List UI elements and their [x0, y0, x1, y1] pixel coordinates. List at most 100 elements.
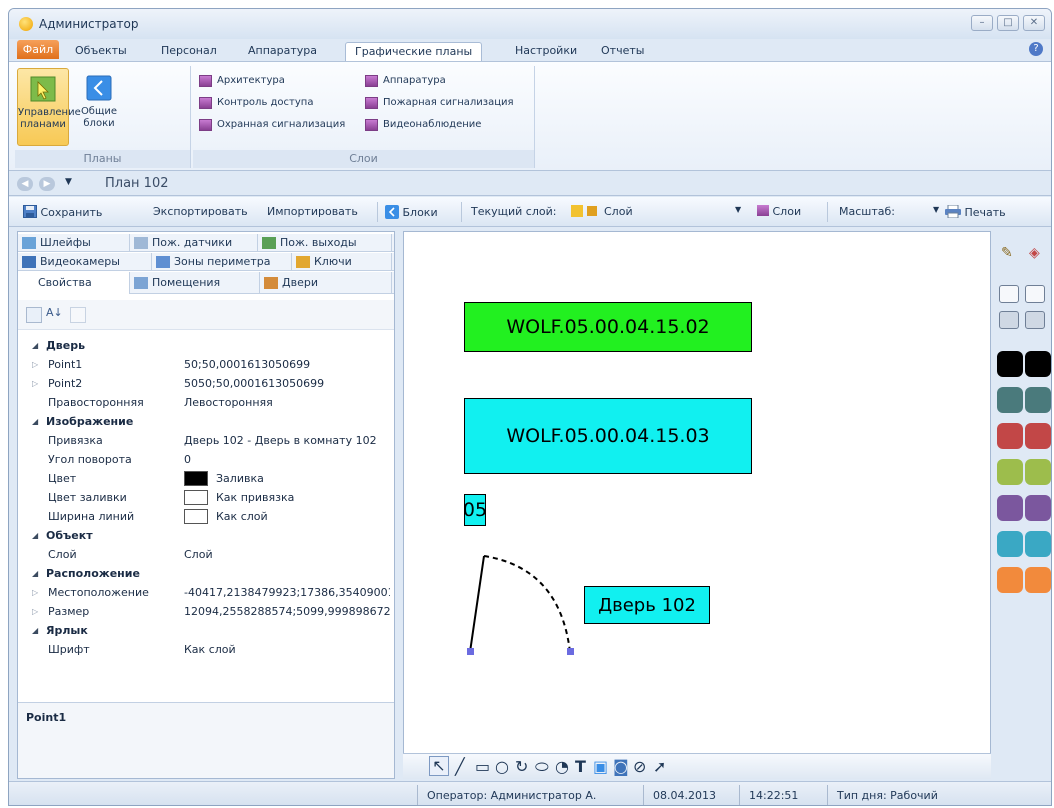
- plan-label-wolf-02[interactable]: WOLF.05.00.04.15.02: [464, 302, 752, 352]
- layer-architecture[interactable]: Архитектура: [199, 72, 285, 90]
- prop-fill-color[interactable]: Цвет заливки Как привязка: [18, 488, 394, 507]
- category-object[interactable]: ◢ Объект: [18, 526, 394, 545]
- layer-up-icon[interactable]: [999, 285, 1019, 303]
- menu-file[interactable]: Файл: [17, 40, 59, 59]
- close-button[interactable]: ✕: [1023, 15, 1045, 31]
- color-swatch-right-6[interactable]: [1025, 531, 1051, 557]
- tab-doors[interactable]: Двери: [260, 272, 392, 294]
- layer-down-icon[interactable]: [1025, 285, 1045, 303]
- forward-arrow-icon[interactable]: ▶: [39, 177, 55, 191]
- color-swatch-left-3[interactable]: [997, 423, 1023, 449]
- tab-loops[interactable]: Шлейфы: [18, 234, 130, 252]
- menu-personnel[interactable]: Персонал: [161, 42, 217, 61]
- rounded-shape-tool-icon[interactable]: ⬭: [535, 758, 549, 776]
- prop-size[interactable]: ▷ Размер 12094,2558288574;5099,9998986721: [18, 602, 394, 621]
- maximize-button[interactable]: □: [997, 15, 1019, 31]
- prop-rotation[interactable]: Угол поворота 0: [18, 450, 394, 469]
- tab-properties[interactable]: Свойства: [18, 272, 130, 294]
- property-pages-icon[interactable]: [70, 307, 86, 323]
- door-symbol[interactable]: [464, 548, 584, 658]
- camera-tool-icon[interactable]: ◙: [613, 758, 629, 776]
- export-button[interactable]: Экспортировать: [153, 205, 248, 218]
- print-button[interactable]: Печать: [945, 204, 1006, 219]
- layer-video[interactable]: Видеонаблюдение: [365, 116, 481, 134]
- prop-line-width[interactable]: Ширина линий Как слой: [18, 507, 394, 526]
- prop-point1[interactable]: ▷ Point1 50;50,0001613050699: [18, 355, 394, 374]
- color-swatch-right-3[interactable]: [1025, 423, 1051, 449]
- prop-layer[interactable]: Слой Слой: [18, 545, 394, 564]
- prop-right-sided[interactable]: Правосторонняя Левосторонняя: [18, 393, 394, 412]
- color-swatch-left-5[interactable]: [997, 495, 1023, 521]
- rectangle-tool-icon[interactable]: ▭: [475, 758, 490, 776]
- sensor-tool-icon[interactable]: ⊘: [633, 758, 646, 776]
- line-tool-icon[interactable]: ╱: [455, 758, 465, 776]
- category-label[interactable]: ◢ Ярлык: [18, 621, 394, 640]
- category-image[interactable]: ◢ Изображение: [18, 412, 394, 431]
- color-swatch-right-2[interactable]: [1025, 387, 1051, 413]
- arc-tool-icon[interactable]: ↻: [515, 758, 528, 776]
- menu-reports[interactable]: Отчеты: [601, 42, 644, 61]
- select-tool-icon[interactable]: ↖: [429, 756, 449, 776]
- common-blocks-button[interactable]: Общие блоки: [73, 68, 125, 146]
- tab-rooms[interactable]: Помещения: [130, 272, 260, 294]
- tab-cameras[interactable]: Видеокамеры: [18, 253, 152, 271]
- prop-point2[interactable]: ▷ Point2 5050;50,0001613050699: [18, 374, 394, 393]
- help-icon[interactable]: ?: [1029, 42, 1043, 56]
- save-button[interactable]: Сохранить: [23, 205, 102, 219]
- menu-graphic-plans[interactable]: Графические планы: [345, 42, 483, 61]
- layer-access-control[interactable]: Контроль доступа: [199, 94, 313, 112]
- door-label[interactable]: Дверь 102: [584, 586, 710, 624]
- history-dropdown-icon[interactable]: ▼: [65, 177, 72, 187]
- categorized-icon[interactable]: [26, 307, 42, 323]
- sector-tool-icon[interactable]: ◔: [555, 758, 569, 776]
- plan-canvas[interactable]: WOLF.05.00.04.15.02 WOLF.05.00.04.15.03 …: [403, 231, 991, 779]
- text-tool-icon[interactable]: T: [575, 758, 586, 776]
- layer-hardware[interactable]: Аппаратура: [365, 72, 446, 90]
- layer-dropdown-icon[interactable]: ▼: [735, 205, 741, 214]
- category-door[interactable]: ◢ Дверь: [18, 336, 394, 355]
- lock-layer-icon[interactable]: [999, 311, 1019, 329]
- layers-button[interactable]: Слои: [757, 205, 801, 218]
- blocks-button[interactable]: Блоки: [385, 205, 438, 219]
- color-swatch-right-5[interactable]: [1025, 495, 1051, 521]
- color-swatch-left-4[interactable]: [997, 459, 1023, 485]
- color-swatch-left-7[interactable]: [997, 567, 1023, 593]
- scale-dropdown-icon[interactable]: ▼: [933, 205, 939, 214]
- image-tool-icon[interactable]: ▣: [593, 758, 608, 776]
- menu-objects[interactable]: Объекты: [75, 42, 127, 61]
- menu-settings[interactable]: Настройки: [515, 42, 577, 61]
- color-swatch-right-4[interactable]: [1025, 459, 1051, 485]
- color-swatch-right-7[interactable]: [1025, 567, 1051, 593]
- unlock-layer-icon[interactable]: [1025, 311, 1045, 329]
- prop-binding[interactable]: Привязка Дверь 102 - Дверь в комнату 102: [18, 431, 394, 450]
- tab-keys[interactable]: Ключи: [292, 253, 392, 271]
- prop-color[interactable]: Цвет Заливка: [18, 469, 394, 488]
- plan-label-05[interactable]: 05: [463, 494, 487, 526]
- tab-perimeter-zones[interactable]: Зоны периметра: [152, 253, 292, 271]
- plan-label-wolf-03[interactable]: WOLF.05.00.04.15.03: [464, 398, 752, 474]
- tab-fire-exits[interactable]: Пож. выходы: [258, 234, 392, 252]
- tab-fire-sensors[interactable]: Пож. датчики: [130, 234, 258, 252]
- menu-hardware[interactable]: Аппаратура: [248, 42, 317, 61]
- pencil-icon[interactable]: ✎: [1001, 245, 1013, 261]
- arrow-tool-icon[interactable]: ➚: [653, 758, 666, 776]
- prop-location[interactable]: ▷ Местоположение -40417,2138479923;17386,3…: [18, 583, 394, 602]
- color-swatch-right-1[interactable]: [1025, 351, 1051, 377]
- color-swatch-left-6[interactable]: [997, 531, 1023, 557]
- door-handle[interactable]: [467, 648, 474, 655]
- color-swatch-left-1[interactable]: [997, 351, 1023, 377]
- sort-alpha-icon[interactable]: A↓: [46, 306, 63, 319]
- minimize-button[interactable]: –: [971, 15, 993, 31]
- import-button[interactable]: Импортировать: [267, 205, 358, 218]
- color-swatch-left-2[interactable]: [997, 387, 1023, 413]
- ellipse-tool-icon[interactable]: ○: [495, 758, 509, 776]
- manage-plans-button[interactable]: Управление планами: [17, 68, 81, 146]
- current-layer-select[interactable]: Слой: [571, 205, 633, 218]
- fill-bucket-icon[interactable]: ◈: [1029, 245, 1040, 261]
- category-position[interactable]: ◢ Расположение: [18, 564, 394, 583]
- door-handle[interactable]: [567, 648, 574, 655]
- layer-security-alarm[interactable]: Охранная сигнализация: [199, 116, 345, 134]
- prop-font[interactable]: Шрифт Как слой: [18, 640, 394, 659]
- back-arrow-icon[interactable]: ◀: [17, 177, 33, 191]
- layer-fire-alarm[interactable]: Пожарная сигнализация: [365, 94, 514, 112]
